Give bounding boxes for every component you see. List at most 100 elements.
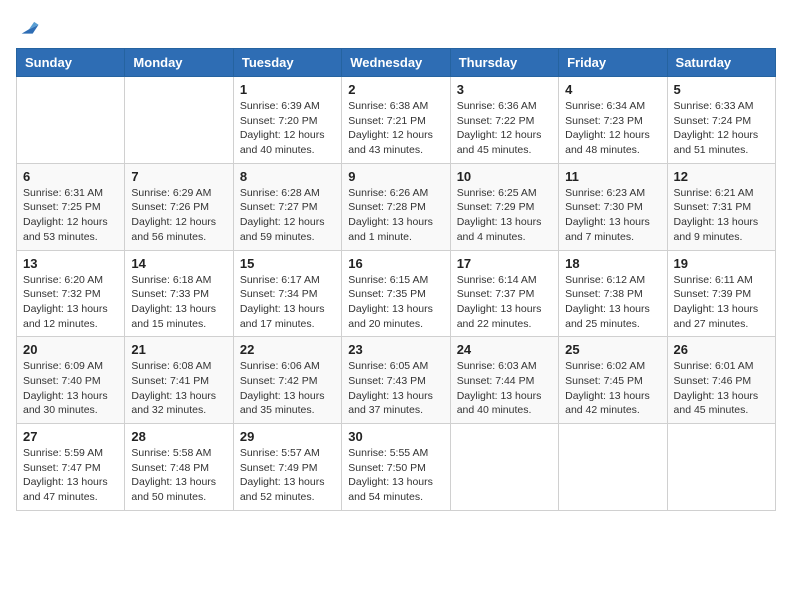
day-number: 30 bbox=[348, 429, 443, 444]
day-info: Sunrise: 6:06 AM Sunset: 7:42 PM Dayligh… bbox=[240, 359, 335, 418]
weekday-header: Sunday bbox=[17, 49, 125, 77]
calendar-cell: 14 Sunrise: 6:18 AM Sunset: 7:33 PM Dayli… bbox=[125, 250, 233, 337]
calendar-cell: 30 Sunrise: 5:55 AM Sunset: 7:50 PM Dayli… bbox=[342, 424, 450, 511]
calendar-cell: 11 Sunrise: 6:23 AM Sunset: 7:30 PM Dayli… bbox=[559, 163, 667, 250]
day-info: Sunrise: 6:28 AM Sunset: 7:27 PM Dayligh… bbox=[240, 186, 335, 245]
day-info: Sunrise: 6:39 AM Sunset: 7:20 PM Dayligh… bbox=[240, 99, 335, 158]
calendar-cell: 24Sunrise: 6:03 AM Sunset: 7:44 PM Dayli… bbox=[450, 337, 558, 424]
calendar-week-row: 13 Sunrise: 6:20 AM Sunset: 7:32 PM Dayli… bbox=[17, 250, 776, 337]
day-info: Sunrise: 6:05 AM Sunset: 7:43 PM Dayligh… bbox=[348, 359, 443, 418]
day-number: 5 bbox=[674, 82, 769, 97]
calendar-cell: 13 Sunrise: 6:20 AM Sunset: 7:32 PM Dayli… bbox=[17, 250, 125, 337]
day-number: 4 bbox=[565, 82, 660, 97]
calendar-cell: 27 Sunrise: 5:59 AM Sunset: 7:47 PM Dayli… bbox=[17, 424, 125, 511]
day-info: Sunrise: 6:12 AM Sunset: 7:38 PM Dayligh… bbox=[565, 273, 660, 332]
day-info: Sunrise: 6:26 AM Sunset: 7:28 PM Dayligh… bbox=[348, 186, 443, 245]
weekday-header: Wednesday bbox=[342, 49, 450, 77]
calendar-cell: 20 Sunrise: 6:09 AM Sunset: 7:40 PM Dayli… bbox=[17, 337, 125, 424]
day-info: Sunrise: 5:57 AM Sunset: 7:49 PM Dayligh… bbox=[240, 446, 335, 505]
day-number: 22 bbox=[240, 342, 335, 357]
calendar-week-row: 27 Sunrise: 5:59 AM Sunset: 7:47 PM Dayli… bbox=[17, 424, 776, 511]
calendar-week-row: 20 Sunrise: 6:09 AM Sunset: 7:40 PM Dayli… bbox=[17, 337, 776, 424]
day-info: Sunrise: 6:14 AM Sunset: 7:37 PM Dayligh… bbox=[457, 273, 552, 332]
day-info: Sunrise: 6:38 AM Sunset: 7:21 PM Dayligh… bbox=[348, 99, 443, 158]
day-info: Sunrise: 5:59 AM Sunset: 7:47 PM Dayligh… bbox=[23, 446, 118, 505]
logo-icon bbox=[18, 16, 40, 38]
day-number: 16 bbox=[348, 256, 443, 271]
day-number: 7 bbox=[131, 169, 226, 184]
day-number: 26 bbox=[674, 342, 769, 357]
calendar-cell: 1 Sunrise: 6:39 AM Sunset: 7:20 PM Daylig… bbox=[233, 77, 341, 164]
day-info: Sunrise: 5:58 AM Sunset: 7:48 PM Dayligh… bbox=[131, 446, 226, 505]
calendar-cell: 22 Sunrise: 6:06 AM Sunset: 7:42 PM Dayli… bbox=[233, 337, 341, 424]
calendar-header-row: SundayMondayTuesdayWednesdayThursdayFrid… bbox=[17, 49, 776, 77]
day-number: 9 bbox=[348, 169, 443, 184]
calendar-cell bbox=[559, 424, 667, 511]
day-info: Sunrise: 6:25 AM Sunset: 7:29 PM Dayligh… bbox=[457, 186, 552, 245]
calendar-week-row: 6 Sunrise: 6:31 AM Sunset: 7:25 PM Daylig… bbox=[17, 163, 776, 250]
calendar-cell: 5 Sunrise: 6:33 AM Sunset: 7:24 PM Daylig… bbox=[667, 77, 775, 164]
calendar-cell: 4 Sunrise: 6:34 AM Sunset: 7:23 PM Daylig… bbox=[559, 77, 667, 164]
calendar-cell: 25 Sunrise: 6:02 AM Sunset: 7:45 PM Dayli… bbox=[559, 337, 667, 424]
day-number: 27 bbox=[23, 429, 118, 444]
day-number: 23 bbox=[348, 342, 443, 357]
day-info: Sunrise: 6:36 AM Sunset: 7:22 PM Dayligh… bbox=[457, 99, 552, 158]
day-number: 20 bbox=[23, 342, 118, 357]
calendar-cell bbox=[125, 77, 233, 164]
day-number: 12 bbox=[674, 169, 769, 184]
calendar-cell bbox=[17, 77, 125, 164]
calendar-cell: 6 Sunrise: 6:31 AM Sunset: 7:25 PM Daylig… bbox=[17, 163, 125, 250]
calendar-cell: 10 Sunrise: 6:25 AM Sunset: 7:29 PM Dayli… bbox=[450, 163, 558, 250]
day-number: 28 bbox=[131, 429, 226, 444]
day-info: Sunrise: 6:33 AM Sunset: 7:24 PM Dayligh… bbox=[674, 99, 769, 158]
calendar-cell: 26 Sunrise: 6:01 AM Sunset: 7:46 PM Dayli… bbox=[667, 337, 775, 424]
calendar-cell: 18 Sunrise: 6:12 AM Sunset: 7:38 PM Dayli… bbox=[559, 250, 667, 337]
calendar-cell: 29 Sunrise: 5:57 AM Sunset: 7:49 PM Dayli… bbox=[233, 424, 341, 511]
day-number: 1 bbox=[240, 82, 335, 97]
calendar-cell: 23 Sunrise: 6:05 AM Sunset: 7:43 PM Dayli… bbox=[342, 337, 450, 424]
day-number: 15 bbox=[240, 256, 335, 271]
calendar-cell: 16 Sunrise: 6:15 AM Sunset: 7:35 PM Dayli… bbox=[342, 250, 450, 337]
day-info: Sunrise: 6:18 AM Sunset: 7:33 PM Dayligh… bbox=[131, 273, 226, 332]
day-info: Sunrise: 6:17 AM Sunset: 7:34 PM Dayligh… bbox=[240, 273, 335, 332]
day-number: 29 bbox=[240, 429, 335, 444]
day-number: 17 bbox=[457, 256, 552, 271]
day-info: Sunrise: 6:34 AM Sunset: 7:23 PM Dayligh… bbox=[565, 99, 660, 158]
day-number: 6 bbox=[23, 169, 118, 184]
calendar-cell bbox=[667, 424, 775, 511]
day-info: Sunrise: 6:20 AM Sunset: 7:32 PM Dayligh… bbox=[23, 273, 118, 332]
day-number: 25 bbox=[565, 342, 660, 357]
day-info: Sunrise: 6:29 AM Sunset: 7:26 PM Dayligh… bbox=[131, 186, 226, 245]
weekday-header: Friday bbox=[559, 49, 667, 77]
day-number: 2 bbox=[348, 82, 443, 97]
calendar-cell: 12Sunrise: 6:21 AM Sunset: 7:31 PM Dayli… bbox=[667, 163, 775, 250]
day-number: 21 bbox=[131, 342, 226, 357]
day-info: Sunrise: 6:01 AM Sunset: 7:46 PM Dayligh… bbox=[674, 359, 769, 418]
day-info: Sunrise: 6:15 AM Sunset: 7:35 PM Dayligh… bbox=[348, 273, 443, 332]
day-number: 24 bbox=[457, 342, 552, 357]
day-info: Sunrise: 6:23 AM Sunset: 7:30 PM Dayligh… bbox=[565, 186, 660, 245]
weekday-header: Tuesday bbox=[233, 49, 341, 77]
calendar-cell: 19 Sunrise: 6:11 AM Sunset: 7:39 PM Dayli… bbox=[667, 250, 775, 337]
calendar-cell: 8 Sunrise: 6:28 AM Sunset: 7:27 PM Daylig… bbox=[233, 163, 341, 250]
day-number: 14 bbox=[131, 256, 226, 271]
day-number: 10 bbox=[457, 169, 552, 184]
calendar-cell: 17 Sunrise: 6:14 AM Sunset: 7:37 PM Dayli… bbox=[450, 250, 558, 337]
day-info: Sunrise: 5:55 AM Sunset: 7:50 PM Dayligh… bbox=[348, 446, 443, 505]
day-info: Sunrise: 6:02 AM Sunset: 7:45 PM Dayligh… bbox=[565, 359, 660, 418]
day-number: 18 bbox=[565, 256, 660, 271]
day-number: 3 bbox=[457, 82, 552, 97]
day-number: 11 bbox=[565, 169, 660, 184]
day-number: 13 bbox=[23, 256, 118, 271]
day-number: 19 bbox=[674, 256, 769, 271]
day-info: Sunrise: 6:09 AM Sunset: 7:40 PM Dayligh… bbox=[23, 359, 118, 418]
day-number: 8 bbox=[240, 169, 335, 184]
calendar-cell: 21 Sunrise: 6:08 AM Sunset: 7:41 PM Dayli… bbox=[125, 337, 233, 424]
day-info: Sunrise: 6:31 AM Sunset: 7:25 PM Dayligh… bbox=[23, 186, 118, 245]
calendar-cell: 28 Sunrise: 5:58 AM Sunset: 7:48 PM Dayli… bbox=[125, 424, 233, 511]
calendar-cell: 2 Sunrise: 6:38 AM Sunset: 7:21 PM Daylig… bbox=[342, 77, 450, 164]
day-info: Sunrise: 6:11 AM Sunset: 7:39 PM Dayligh… bbox=[674, 273, 769, 332]
logo bbox=[16, 16, 40, 38]
day-info: Sunrise: 6:08 AM Sunset: 7:41 PM Dayligh… bbox=[131, 359, 226, 418]
page-header bbox=[16, 16, 776, 38]
